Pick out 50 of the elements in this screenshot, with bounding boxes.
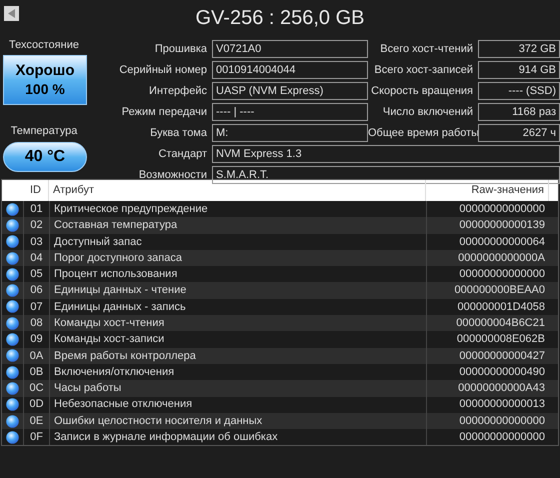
temperature-badge: 40 °C: [3, 142, 87, 172]
status-dot-icon: [6, 398, 19, 412]
field-label: Прошивка: [154, 42, 208, 57]
value-field: M:: [212, 124, 368, 142]
field-label: Всего хост-записей: [373, 62, 474, 78]
status-dot-icon: [6, 430, 19, 444]
status-dot-icon: [6, 414, 19, 428]
field-label: Общее время работы: [368, 126, 478, 141]
field-label: Стандарт: [157, 146, 208, 162]
status-dot-icon: [6, 202, 19, 216]
back-button[interactable]: [4, 6, 19, 21]
health-label: Техсостояние: [9, 38, 79, 53]
table-cell: Записи в журнале информации об ошибках: [49, 429, 426, 446]
field-label: Скорость вращения: [370, 84, 474, 99]
status-dot-icon: [6, 300, 19, 314]
value-field: UASP (NVM Express): [212, 82, 368, 100]
value-field: ---- | ----: [212, 103, 368, 121]
status-dot-icon: [6, 284, 19, 298]
field-label: Буква тома: [149, 126, 208, 141]
status-dot-icon: [6, 268, 19, 281]
value-field: 0010914004044: [212, 61, 368, 79]
status-dot-icon: [6, 333, 19, 346]
status-dot-icon: [6, 366, 19, 379]
status-dot-icon: [6, 252, 19, 265]
left-arrow-icon: [8, 9, 16, 18]
field-label: Серийный номер: [118, 62, 208, 78]
value-field: 1168 раз: [478, 103, 560, 121]
status-dot-icon: [6, 382, 19, 395]
field-label: Режим передачи: [120, 104, 208, 120]
value-field: NVM Express 1.3: [212, 145, 560, 163]
value-field: S.M.A.R.T.: [212, 166, 560, 184]
value-field: 914 GB: [478, 61, 560, 79]
drive-title: GV-256 : 256,0 GB: [196, 8, 364, 28]
temperature-label: Температура: [10, 124, 78, 139]
field-label: Число включений: [382, 104, 474, 120]
value-field: ---- (SSD): [478, 82, 560, 100]
field-label: Возможности: [138, 168, 208, 183]
value-field: 2627 ч: [478, 124, 560, 142]
status-dot-icon: [6, 349, 19, 362]
status-dot-icon: [6, 218, 19, 232]
field-label: Интерфейс: [148, 84, 208, 99]
table-cell: 00000000000000: [426, 429, 549, 446]
table-cell: 0F: [23, 429, 49, 446]
status-dot-icon: [6, 235, 19, 248]
health-status: Хорошо: [16, 62, 74, 81]
field-label: Всего хост-чтений: [379, 42, 474, 57]
value-field: 372 GB: [478, 40, 560, 58]
status-dot-icon: [6, 316, 19, 330]
health-percent: 100 %: [25, 80, 65, 98]
value-field: V0721A0: [212, 40, 368, 58]
